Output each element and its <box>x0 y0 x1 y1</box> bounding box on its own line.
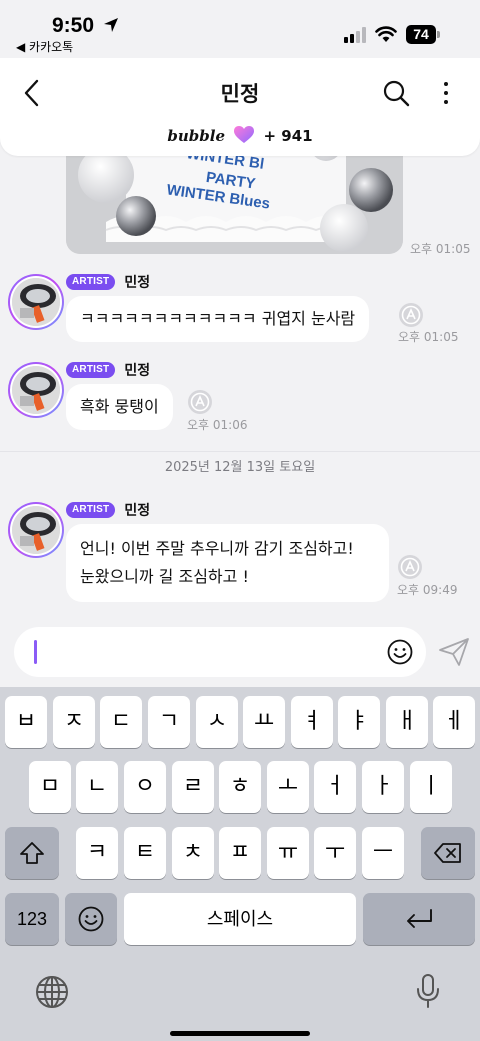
battery-icon: 74 <box>406 25 440 44</box>
key[interactable]: ㅡ <box>362 827 404 879</box>
key[interactable]: ㅓ <box>314 761 356 813</box>
sender-name: 민정 <box>124 363 151 379</box>
status-time: 9:50 <box>52 14 95 37</box>
profile-photo <box>12 278 60 326</box>
key[interactable]: ㅛ <box>243 696 285 748</box>
avatar[interactable] <box>8 274 64 330</box>
emoji-icon[interactable] <box>387 639 413 665</box>
key[interactable]: ㅍ <box>219 827 261 879</box>
profile-photo <box>12 506 60 554</box>
message-bubble[interactable]: ㅋㅋㅋㅋㅋㅋㅋㅋㅋㅋㅋㅋ 귀엽지 눈사람 <box>66 296 370 342</box>
backspace-key[interactable] <box>421 827 475 879</box>
artist-badge: ARTIST <box>66 502 116 518</box>
location-arrow-icon <box>104 18 118 32</box>
return-key[interactable] <box>363 893 475 945</box>
wifi-icon <box>375 26 397 42</box>
key[interactable]: ㅑ <box>338 696 380 748</box>
message-time: 오후 01:05 <box>398 330 459 344</box>
numbers-key[interactable]: 123 <box>5 893 59 945</box>
shift-icon <box>20 842 44 864</box>
shift-key[interactable] <box>5 827 59 879</box>
text-caret <box>34 640 37 664</box>
sender-row: ARTIST 민정 <box>66 501 150 519</box>
message-line: 언니! 이번 주말 추우니까 감기 조심하고! <box>80 539 354 558</box>
more-options-icon[interactable] <box>436 80 456 106</box>
back-to-app-link[interactable]: ◀ 카카오톡 <box>16 38 73 55</box>
home-indicator <box>170 1031 310 1036</box>
key[interactable]: ㄱ <box>148 696 190 748</box>
key[interactable]: ㅣ <box>410 761 452 813</box>
key[interactable]: ㄷ <box>100 696 142 748</box>
bubble-logo: bubble <box>167 127 226 145</box>
keyboard: ㅂ ㅈ ㄷ ㄱ ㅅ ㅛ ㅕ ㅑ ㅐ ㅔ ㅁ ㄴ ㅇ ㄹ ㅎ ㅗ ㅓ ㅏ ㅣ ㅋ … <box>0 687 480 1041</box>
key[interactable]: ㅁ <box>29 761 71 813</box>
key[interactable]: ㅎ <box>219 761 261 813</box>
artist-badge: ARTIST <box>66 274 116 290</box>
emoji-key[interactable] <box>65 893 117 945</box>
artist-read-icon <box>188 390 212 414</box>
artist-read-icon <box>399 303 423 327</box>
profile-photo <box>12 366 60 414</box>
key[interactable]: ㅋ <box>76 827 118 879</box>
key[interactable]: ㅂ <box>5 696 47 748</box>
avatar[interactable] <box>8 502 64 558</box>
key[interactable]: ㅊ <box>172 827 214 879</box>
status-bar: 9:50 ◀ 카카오톡 74 <box>0 0 480 58</box>
message-time: 오후 09:49 <box>397 583 458 597</box>
heart-icon <box>234 126 255 143</box>
bubble-subscription-banner[interactable]: bubble + 941 <box>0 126 480 145</box>
return-icon <box>407 909 432 928</box>
message-input[interactable] <box>14 627 426 677</box>
key[interactable]: ㅏ <box>362 761 404 813</box>
key[interactable]: ㅗ <box>267 761 309 813</box>
globe-icon[interactable] <box>35 975 69 1009</box>
battery-level: 74 <box>406 25 436 44</box>
sender-row: ARTIST 민정 <box>66 273 150 291</box>
key[interactable]: ㅜ <box>314 827 356 879</box>
date-divider: 2025년 12월 13일 토요일 <box>0 451 480 483</box>
bubble-count: + 941 <box>263 127 313 145</box>
key[interactable]: ㅔ <box>433 696 475 748</box>
search-icon[interactable] <box>382 79 410 107</box>
key[interactable]: ㅐ <box>386 696 428 748</box>
message-line: 눈왔으니까 길 조심하고 ! <box>80 567 249 586</box>
sender-name: 민정 <box>124 275 151 291</box>
emoji-icon <box>78 906 104 932</box>
sender-name: 민정 <box>124 503 151 519</box>
artist-badge: ARTIST <box>66 362 116 378</box>
message-input-bar <box>0 617 480 687</box>
chat-header: 민정 bubble + 941 <box>0 58 480 156</box>
message-time: 오후 01:05 <box>410 242 471 256</box>
sender-row: ARTIST 민정 <box>66 361 150 379</box>
avatar[interactable] <box>8 362 64 418</box>
message-time: 오후 01:06 <box>187 418 248 432</box>
cellular-signal-icon <box>344 27 366 43</box>
message-bubble[interactable]: 언니! 이번 주말 추우니까 감기 조심하고! 눈왔으니까 길 조심하고 ! <box>66 524 389 602</box>
key[interactable]: ㅕ <box>291 696 333 748</box>
key[interactable]: ㅇ <box>124 761 166 813</box>
key[interactable]: ㄴ <box>76 761 118 813</box>
space-key[interactable]: 스페이스 <box>124 893 356 945</box>
key[interactable]: ㄹ <box>172 761 214 813</box>
send-icon[interactable] <box>438 637 470 667</box>
key[interactable]: ㅌ <box>124 827 166 879</box>
message-bubble[interactable]: 흑화 뭉탱이 <box>66 384 173 430</box>
key[interactable]: ㅈ <box>53 696 95 748</box>
key[interactable]: ㅠ <box>267 827 309 879</box>
key[interactable]: ㅅ <box>196 696 238 748</box>
backspace-icon <box>434 843 461 863</box>
microphone-icon[interactable] <box>415 973 441 1009</box>
artist-read-icon <box>398 555 422 579</box>
